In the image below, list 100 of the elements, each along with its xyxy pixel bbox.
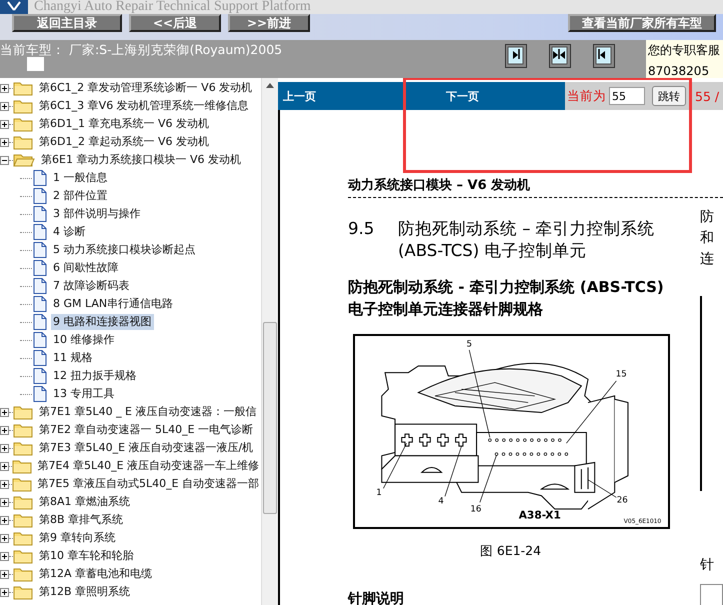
expand-icon[interactable] <box>0 138 9 146</box>
page-icon <box>33 314 47 330</box>
page-icon <box>33 332 47 348</box>
tree-folder-item[interactable]: 第6C1_3 章V6 发动机管理系统一维修信息 <box>37 98 251 114</box>
tree-page-item[interactable]: 10 维修操作 <box>51 332 116 348</box>
page-icon <box>33 368 47 384</box>
tree-page-item[interactable]: 2 部件位置 <box>51 188 110 204</box>
panel-toggle-icon[interactable] <box>593 44 615 68</box>
tree-page-item[interactable]: 4 诊断 <box>51 224 88 240</box>
folder-icon <box>13 494 33 510</box>
tree-folder-item[interactable]: 第12A 章蓄电池和电缆 <box>37 566 154 582</box>
nav-button[interactable]: 查看当前厂家所有车型 <box>568 14 716 32</box>
vehicle-model-text: 当前车型： 厂家:S-上海别克荣御(Royaum)2005 <box>0 42 282 59</box>
page-icon <box>33 260 47 276</box>
expand-icon[interactable] <box>0 570 9 578</box>
page-number-field[interactable]: 55 <box>609 87 645 105</box>
app-title: Changyi Auto Repair Technical Support Platform <box>34 0 311 14</box>
folder-icon <box>13 98 33 114</box>
support-label: 您的专职客服 <box>648 42 721 59</box>
tree-page-item[interactable]: 7 故障诊断码表 <box>51 278 132 294</box>
page-icon <box>33 296 47 312</box>
folder-icon <box>13 512 33 528</box>
tree-folder-item[interactable]: 第7E4 章5L40_E 液压自动变速器一车上维修 <box>36 458 262 474</box>
expand-icon[interactable] <box>0 426 9 434</box>
page-icon <box>33 242 47 258</box>
folder-icon <box>13 116 33 132</box>
folder-icon <box>13 566 33 582</box>
connector-label: A38-X1 <box>518 508 561 522</box>
expand-icon[interactable] <box>0 516 9 524</box>
folder-icon <box>13 152 35 168</box>
expand-icon[interactable] <box>0 84 9 92</box>
expand-icon[interactable] <box>0 462 9 470</box>
expand-icon[interactable] <box>0 408 9 416</box>
folder-icon <box>12 476 32 492</box>
tree-folder-item[interactable]: 第10 章车轮和轮胎 <box>37 548 136 564</box>
nav-button[interactable]: >>前进 <box>228 14 310 32</box>
tree-folder-item[interactable]: 第7E1 章5L40 _ E 液压自动变速器：一般信 <box>37 404 259 420</box>
section-title: 防抱死制动系统 – 牵引力控制系统 (ABS-TCS) 电子控制单元 <box>398 218 656 262</box>
side-column-text: 连 <box>700 250 715 269</box>
folder-icon <box>13 584 33 600</box>
callout-number: 15 <box>616 370 627 380</box>
tree-folder-item[interactable]: 第7E3 章5L40_E 液压自动变速器一液压/机 <box>37 440 256 456</box>
tree-folder-item[interactable]: 第7E2 章自动变速器一 5L40_E 一电气诊断 <box>37 422 256 438</box>
callout-number: 26 <box>616 495 628 506</box>
side-column-text: 和 <box>700 229 715 248</box>
folder-icon <box>13 80 33 96</box>
folder-icon <box>13 530 33 546</box>
tree-page-item[interactable]: 5 动力系统接口模块诊断起点 <box>51 242 198 258</box>
page-icon <box>33 350 47 366</box>
jump-button[interactable]: 跳转 <box>652 86 686 106</box>
tree-folder-item[interactable]: 第8A1 章燃油系统 <box>37 494 132 510</box>
callout-number: 16 <box>470 504 482 515</box>
tree-folder-item[interactable]: 第6C1_2 章发动管理系统诊断一 V6 发动机 <box>37 80 254 96</box>
tree-folder-item[interactable]: 第6D1_2 章起动系统一 V6 发动机 <box>37 134 211 150</box>
scrollbar-thumb[interactable] <box>263 322 277 514</box>
expand-icon[interactable] <box>0 480 9 488</box>
previous-page-link[interactable]: 上一页 <box>283 88 316 104</box>
expand-icon[interactable] <box>0 444 9 452</box>
tree-page-item[interactable]: 9 电路和连接器视图 <box>51 314 154 330</box>
tree-folder-item[interactable]: 第6E1 章动力系统接口模块一 V6 发动机 <box>39 152 243 168</box>
nav-button[interactable]: 返回主目录 <box>12 14 122 32</box>
panel-toggle-icon[interactable] <box>505 44 527 68</box>
side-column-text: 防 <box>700 208 715 227</box>
collapse-icon[interactable] <box>0 156 9 164</box>
folder-icon <box>13 404 33 420</box>
support-phone: 87038205 <box>648 64 710 78</box>
folder-icon <box>13 134 33 150</box>
page-icon <box>33 170 47 186</box>
tree-page-item[interactable]: 6 间歇性故障 <box>51 260 120 276</box>
leader-line <box>383 442 408 489</box>
tree-page-item[interactable]: 12 扭力扳手规格 <box>51 368 138 384</box>
tree-page-item[interactable]: 8 GM LAN串行通信电路 <box>51 296 176 312</box>
tree-page-item[interactable]: 3 部件说明与操作 <box>51 206 142 222</box>
expand-icon[interactable] <box>0 102 9 110</box>
tree-folder-item[interactable]: 第7E5 章液压自动式5L40_E 自动变速器一部 <box>36 476 262 492</box>
callout-number: 4 <box>438 496 444 506</box>
tree-folder-item[interactable]: 第6D1_1 章充电系统一 V6 发动机 <box>37 116 211 132</box>
tree-page-item[interactable]: 13 专用工具 <box>51 386 116 402</box>
section-number: 9.5 <box>348 218 376 240</box>
expand-icon[interactable] <box>0 534 9 542</box>
scroll-up-icon[interactable] <box>266 82 274 88</box>
tree-page-item[interactable]: 11 规格 <box>51 350 94 366</box>
folder-icon <box>13 440 33 456</box>
tree-page-item[interactable]: 1 一般信息 <box>51 170 110 186</box>
nav-button[interactable]: <<后退 <box>129 14 221 32</box>
tree-folder-item[interactable]: 第8B 章排气系统 <box>37 512 126 528</box>
next-page-link[interactable]: 下一页 <box>446 88 479 104</box>
expand-icon[interactable] <box>0 120 9 128</box>
tree-folder-item[interactable]: 第12B 章照明系统 <box>37 584 132 600</box>
page-icon <box>33 206 47 222</box>
expand-icon[interactable] <box>0 498 9 506</box>
page-icon <box>33 224 47 240</box>
panel-toggle-icon[interactable] <box>549 44 571 68</box>
expand-icon[interactable] <box>0 552 9 560</box>
expand-icon[interactable] <box>0 588 9 596</box>
section-header: 动力系统接口模块 – V6 发动机 <box>348 176 723 198</box>
folder-icon <box>13 422 33 438</box>
page-icon <box>33 188 47 204</box>
tree-folder-item[interactable]: 第9 章转向系统 <box>37 530 118 546</box>
subsection-title: 防抱死制动系统 - 牵引力控制系统 (ABS-TCS) 电子控制单元连接器针脚规格 <box>348 277 665 320</box>
